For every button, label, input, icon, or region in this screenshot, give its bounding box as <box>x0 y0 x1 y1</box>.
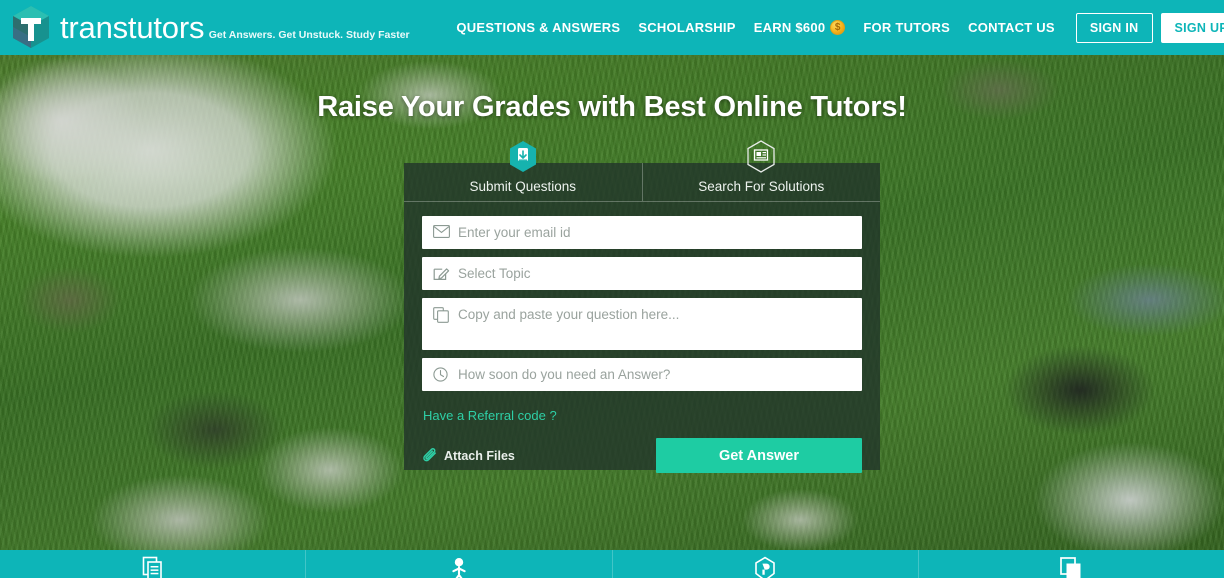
stacked-documents-icon <box>140 556 166 578</box>
attach-files-button[interactable]: Attach Files <box>422 447 515 464</box>
nav-link-label: FOR TUTORS <box>863 20 951 35</box>
clock-icon <box>433 366 451 383</box>
topic-select[interactable]: Select Topic <box>422 257 862 290</box>
feature-item-copy-pages[interactable] <box>917 550 1224 578</box>
brand-text-block: transtutors Get Answers. Get Unstuck. St… <box>60 9 410 45</box>
topic-placeholder: Select Topic <box>458 266 531 281</box>
brand-name: transtutors <box>60 9 205 45</box>
nav-link-label: CONTACT US <box>968 20 1055 35</box>
hero-title: Raise Your Grades with Best Online Tutor… <box>317 91 907 123</box>
hexagon-t-logo-icon <box>8 3 54 53</box>
form-body: Enter your email id Select Topic Copy an… <box>404 202 880 473</box>
nav-link-questions-answers[interactable]: QUESTIONS & ANSWERS <box>447 20 629 35</box>
shield-p-icon <box>752 556 778 578</box>
question-textarea[interactable]: Copy and paste your question here... <box>422 298 862 350</box>
sign-up-button[interactable]: SIGN UP <box>1160 12 1224 43</box>
hexagon-news-icon <box>746 140 776 173</box>
question-placeholder: Copy and paste your question here... <box>458 307 680 322</box>
top-navigation-bar: transtutors Get Answers. Get Unstuck. St… <box>0 0 1224 55</box>
referral-code-link[interactable]: Have a Referral code ? <box>423 408 557 423</box>
feature-item-person[interactable] <box>305 550 611 578</box>
deadline-placeholder: How soon do you need an Answer? <box>458 367 671 382</box>
tab-submit-questions[interactable]: Submit Questions <box>404 141 642 201</box>
nav-link-contact-us[interactable]: CONTACT US <box>959 20 1064 35</box>
tab-search-for-solutions[interactable]: Search For Solutions <box>641 140 881 201</box>
nav-link-label: EARN $600 <box>753 20 826 35</box>
email-placeholder: Enter your email id <box>458 225 571 240</box>
copy-pages-icon <box>1058 556 1084 578</box>
nav-link-label: QUESTIONS & ANSWERS <box>456 20 621 35</box>
pencil-edit-icon <box>433 266 451 282</box>
tab-label: Submit Questions <box>469 179 577 194</box>
feature-item-documents[interactable] <box>0 550 305 578</box>
email-field[interactable]: Enter your email id <box>422 216 862 249</box>
question-form-panel: Submit Questions Search For Solutions En… <box>404 140 881 473</box>
deadline-field[interactable]: How soon do you need an Answer? <box>422 358 862 391</box>
nav-link-earn-600[interactable]: EARN $600 <box>745 20 855 35</box>
get-answer-button[interactable]: Get Answer <box>656 438 862 473</box>
page-root: transtutors Get Answers. Get Unstuck. St… <box>0 0 1224 578</box>
hexagon-download-icon <box>508 140 538 173</box>
brand-tagline: Get Answers. Get Unstuck. Study Faster <box>208 28 410 41</box>
tab-label: Search For Solutions <box>698 179 825 194</box>
copy-icon <box>433 307 451 323</box>
feature-item-plagiarism[interactable] <box>611 550 918 578</box>
nav-link-for-tutors[interactable]: FOR TUTORS <box>854 20 959 35</box>
coin-icon <box>830 20 846 35</box>
form-tabs: Submit Questions Search For Solutions <box>404 140 881 202</box>
main-nav: QUESTIONS & ANSWERS SCHOLARSHIP EARN $60… <box>447 0 1224 55</box>
envelope-icon <box>433 224 451 241</box>
paperclip-icon <box>422 447 438 464</box>
nav-link-scholarship[interactable]: SCHOLARSHIP <box>629 20 744 35</box>
brand-logo-link[interactable]: transtutors Get Answers. Get Unstuck. St… <box>8 3 410 53</box>
bottom-feature-bar <box>0 550 1224 578</box>
attach-files-label: Attach Files <box>444 448 515 463</box>
sign-in-button[interactable]: SIGN IN <box>1075 12 1153 43</box>
form-actions: Attach Files Get Answer <box>422 438 862 473</box>
nav-link-label: SCHOLARSHIP <box>638 20 736 35</box>
person-icon <box>446 556 472 578</box>
